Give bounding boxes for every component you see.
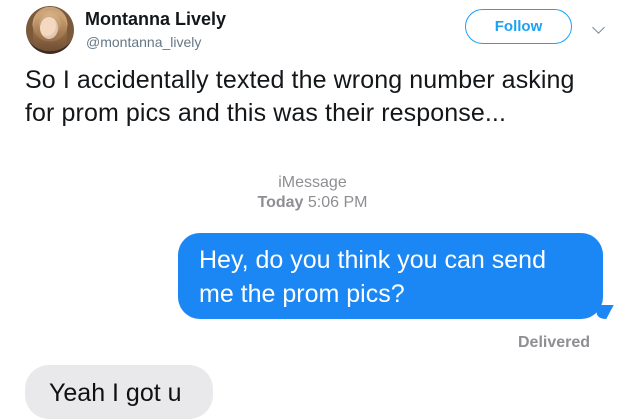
imessage-service-label: iMessage <box>278 174 347 191</box>
tweet-header: Montanna Lively @montanna_lively Follow <box>26 4 616 56</box>
timestamp-time: 5:06 PM <box>307 194 368 211</box>
sent-message-bubble[interactable]: Hey, do you think you can send me the pr… <box>178 233 603 319</box>
avatar-face <box>40 17 58 39</box>
delivered-status: Delivered <box>518 334 591 351</box>
chevron-down-icon[interactable] <box>592 21 605 34</box>
follow-button[interactable]: Follow <box>465 9 572 44</box>
message-timestamp: Today 5:06 PM <box>0 194 625 212</box>
avatar[interactable] <box>26 6 74 54</box>
timestamp-day: Today <box>257 194 304 211</box>
display-name[interactable]: Montanna Lively <box>85 9 226 30</box>
tweet-text: So I accidentally texted the wrong numbe… <box>25 66 575 127</box>
username-handle[interactable]: @montanna_lively <box>86 34 201 50</box>
received-message-bubble[interactable]: Yeah I got u <box>25 365 213 419</box>
